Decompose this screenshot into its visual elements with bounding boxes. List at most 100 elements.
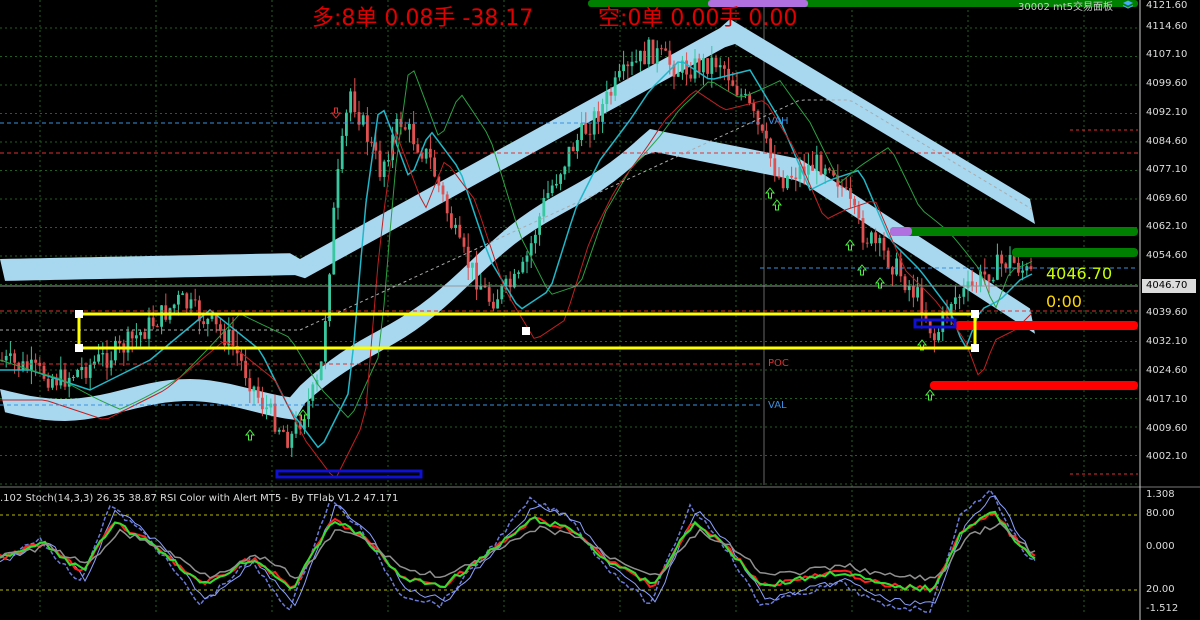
candle-body	[500, 286, 504, 300]
price-tick-label: 4039.60	[1146, 307, 1188, 318]
candle-body	[584, 122, 588, 134]
rsi-green	[0, 510, 1036, 593]
oscillator-panel	[0, 486, 1200, 613]
candle-body	[987, 274, 991, 282]
candle-body	[256, 386, 260, 398]
candle-body	[962, 288, 966, 297]
candle-body	[828, 168, 831, 171]
up-arrow-icon	[856, 264, 868, 276]
candle-body	[466, 246, 470, 268]
candle-body	[1008, 254, 1012, 269]
candle-body	[857, 205, 861, 219]
candle-body	[882, 237, 886, 251]
candle-body	[865, 242, 869, 244]
candle-body	[445, 194, 449, 214]
candle-body	[206, 318, 210, 325]
stoch-main	[0, 488, 1036, 613]
candle-body	[714, 57, 718, 68]
candle-body	[790, 175, 793, 178]
val-label: VAL	[768, 400, 787, 411]
candle-body	[807, 164, 810, 175]
candle-body	[718, 65, 722, 68]
price-tick-label: 4092.10	[1146, 107, 1188, 118]
candle-body	[147, 317, 151, 339]
candle-body	[114, 340, 117, 361]
stack-icon[interactable]	[1122, 0, 1134, 10]
candle-body	[84, 366, 88, 378]
candle-body	[1029, 266, 1033, 270]
candle-body	[567, 146, 571, 167]
candle-body	[231, 329, 235, 346]
candle-body	[282, 429, 285, 432]
candle-body	[966, 281, 970, 289]
resistance-bar-2	[1012, 248, 1138, 257]
candle-body	[639, 50, 642, 62]
candle-body	[336, 169, 340, 208]
candle-body	[139, 332, 142, 336]
candle-body	[710, 57, 714, 74]
candle-body	[958, 296, 961, 298]
candle-body	[588, 133, 592, 135]
envelope-bands	[0, 19, 1035, 421]
candle-body	[685, 60, 688, 75]
candle-body	[676, 72, 680, 77]
candle-body	[613, 77, 617, 96]
candle-body	[290, 433, 294, 448]
candle-body	[261, 397, 264, 410]
candle-body	[193, 299, 197, 301]
candle-body	[286, 431, 289, 448]
indicator-tick-label: 80.00	[1146, 508, 1175, 519]
candle-body	[1021, 270, 1024, 273]
box-handle	[971, 310, 979, 318]
candle-body	[63, 369, 67, 387]
poc-label: POC	[768, 358, 789, 369]
candle-body	[723, 65, 726, 69]
price-tick-label: 4062.10	[1146, 221, 1188, 232]
candle-body	[513, 273, 516, 288]
candle-body	[634, 61, 638, 63]
candle-body	[34, 359, 37, 363]
chart-canvas[interactable]	[0, 0, 1200, 620]
candle-body	[748, 93, 751, 104]
candle-body	[366, 115, 369, 142]
candle-body	[991, 279, 995, 282]
candle-body	[559, 174, 562, 184]
candle-body	[651, 39, 655, 64]
price-tick-label: 4054.60	[1146, 250, 1188, 261]
candle-body	[416, 144, 420, 153]
trade-panel-button[interactable]: 30002 mt5交易面板	[1018, 0, 1113, 13]
candle-body	[105, 353, 109, 368]
candle-body	[454, 224, 457, 229]
candle-body	[181, 293, 184, 295]
candle-body	[382, 161, 386, 177]
candle-body	[664, 48, 667, 51]
candle-body	[59, 369, 63, 386]
candle-body	[550, 185, 554, 194]
candle-body	[408, 123, 411, 130]
arrow-markers	[244, 107, 936, 441]
candle-body	[618, 71, 621, 78]
candle-body	[735, 85, 739, 96]
candle-body	[815, 154, 819, 171]
candle-body	[9, 353, 12, 356]
candle-body	[933, 333, 936, 341]
candle-body	[760, 124, 764, 131]
candle-body	[849, 188, 852, 199]
box-handle	[522, 327, 530, 335]
candle-body	[937, 332, 940, 341]
candle-body	[88, 364, 92, 378]
candle-body	[777, 176, 781, 178]
candle-body	[160, 305, 163, 327]
indicator-tick-label: -1.512	[1146, 603, 1179, 614]
candle-body	[781, 177, 785, 189]
candle-body	[525, 255, 529, 262]
candle-body	[177, 294, 180, 305]
price-tick-label: 4077.10	[1146, 164, 1188, 175]
candle-body	[130, 331, 134, 339]
up-arrow-icon	[844, 239, 856, 251]
candle-body	[450, 213, 453, 229]
candle-body	[269, 403, 273, 408]
candle-body	[13, 353, 16, 363]
candle-body	[135, 335, 138, 339]
price-tick-label: 4084.60	[1146, 136, 1188, 147]
